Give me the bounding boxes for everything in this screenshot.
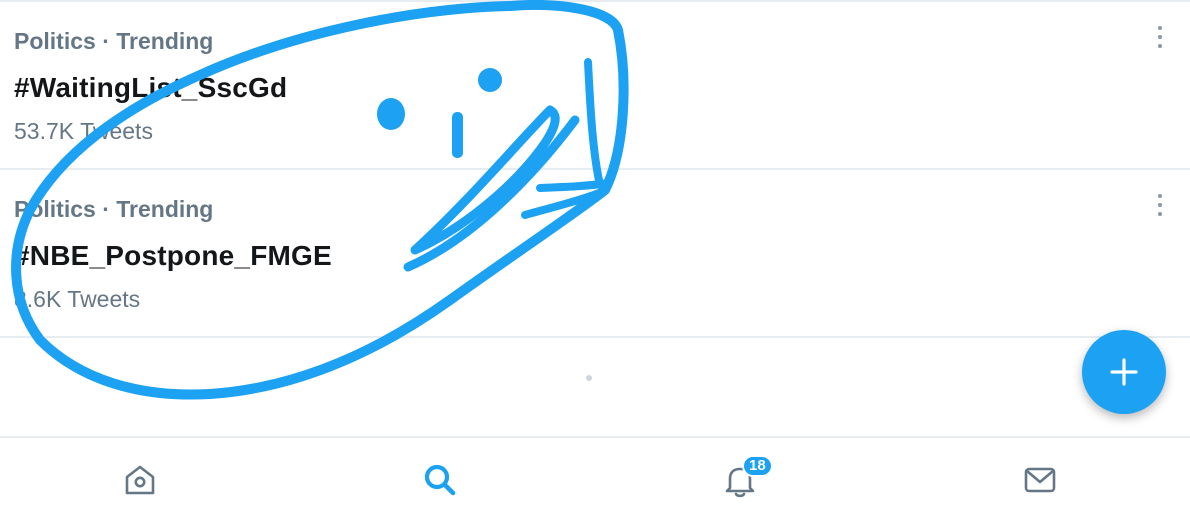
trend-category: Politics · Trending bbox=[14, 28, 214, 54]
trend-hashtag: #WaitingList_SscGd bbox=[14, 72, 288, 103]
trend-tweet-count: 53.7K Tweets bbox=[14, 118, 153, 144]
trend-item[interactable]: Politics · Trending #WaitingList_SscGd 5… bbox=[0, 2, 1190, 170]
tab-home[interactable] bbox=[118, 458, 162, 502]
trend-hashtag: #NBE_Postpone_FMGE bbox=[14, 240, 332, 271]
mail-icon bbox=[1024, 467, 1056, 493]
search-icon bbox=[424, 464, 456, 496]
home-icon bbox=[125, 465, 155, 495]
notifications-badge: 18 bbox=[742, 455, 773, 477]
trend-tweet-count: 8.6K Tweets bbox=[14, 286, 141, 312]
more-options-icon[interactable] bbox=[1152, 194, 1168, 216]
compose-tweet-button[interactable] bbox=[1082, 330, 1166, 414]
scroll-indicator bbox=[586, 375, 592, 381]
trend-category: Politics · Trending bbox=[14, 196, 214, 222]
plus-icon bbox=[1110, 358, 1138, 386]
bottom-tab-bar bbox=[0, 436, 1190, 520]
tab-search[interactable] bbox=[418, 458, 462, 502]
trend-item[interactable]: Politics · Trending #NBE_Postpone_FMGE 8… bbox=[0, 170, 1190, 338]
tab-messages[interactable] bbox=[1018, 458, 1062, 502]
more-options-icon[interactable] bbox=[1152, 26, 1168, 48]
